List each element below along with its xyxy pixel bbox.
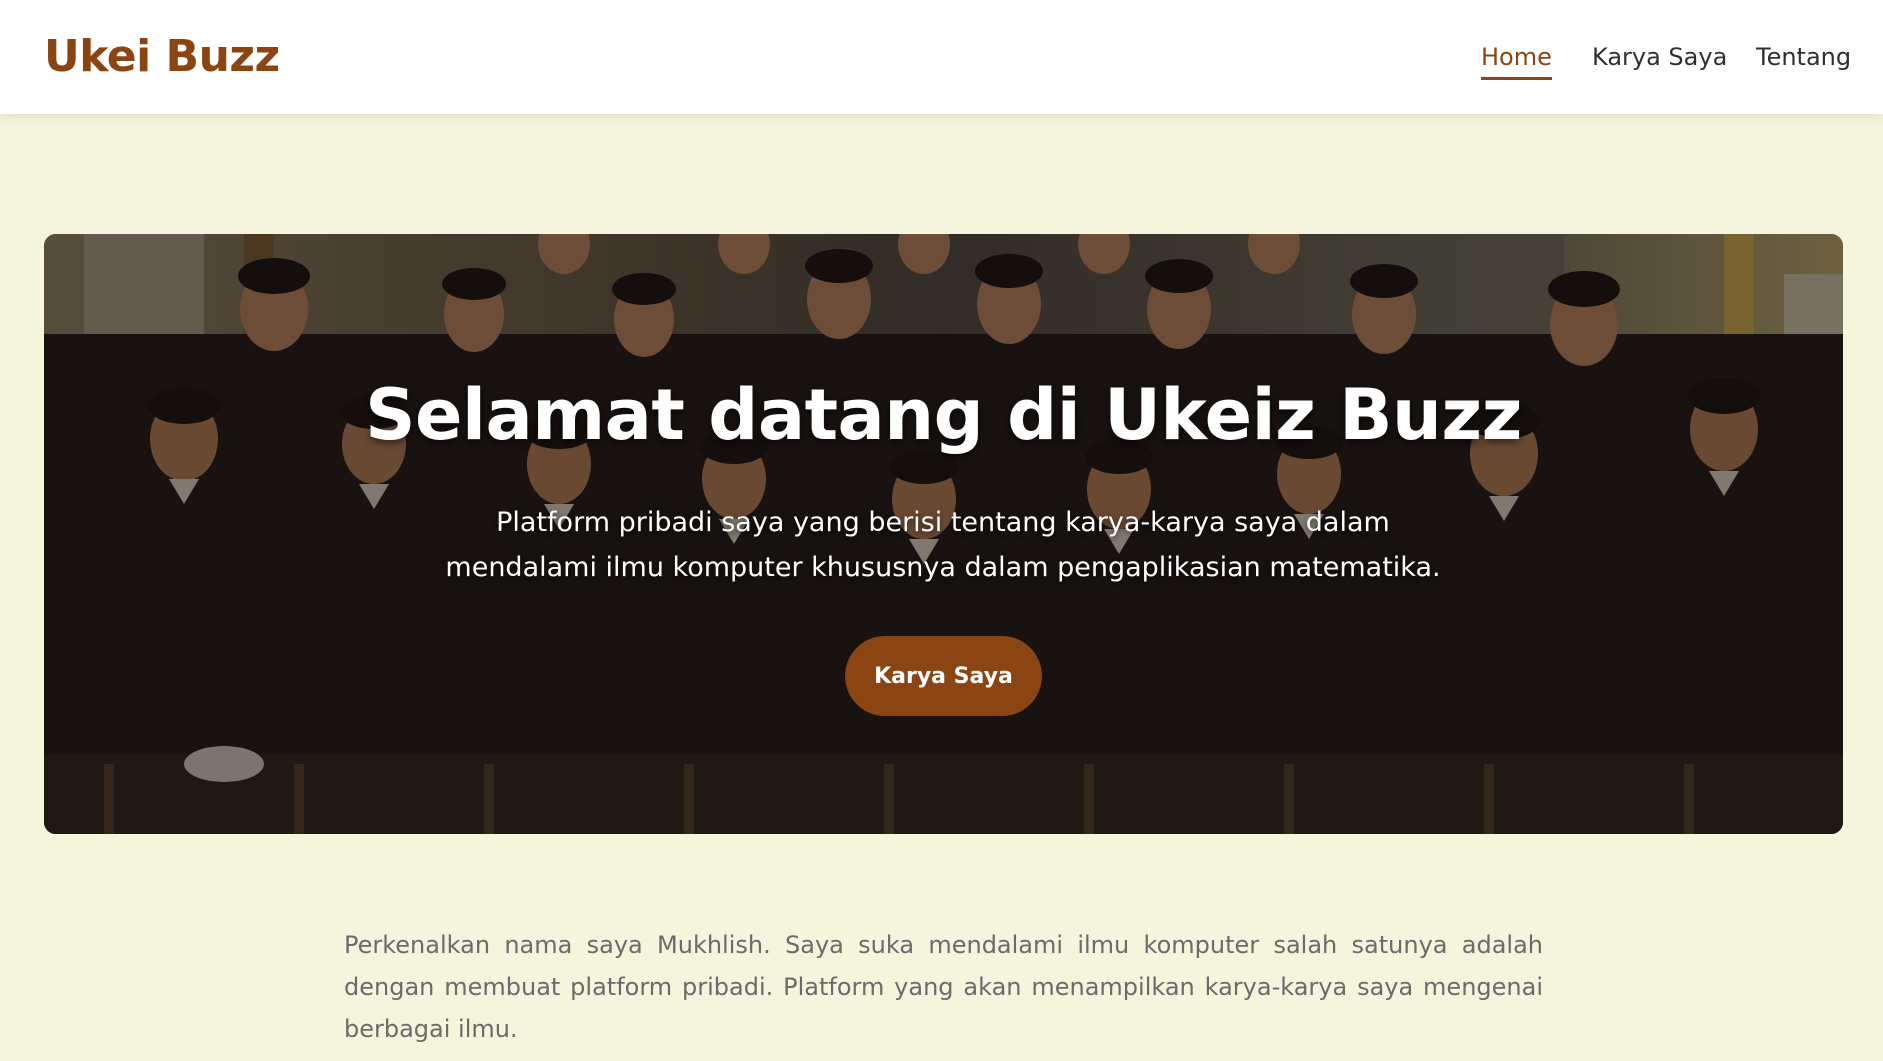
navbar: Ukei Buzz Home Karya Saya Tentang xyxy=(0,0,1883,114)
hero-subtitle: Platform pribadi saya yang berisi tentan… xyxy=(445,507,1441,583)
nav-item-tentang[interactable]: Tentang xyxy=(1756,43,1851,71)
hero-banner: Selamat datang di Ukeiz Buzz Platform pr… xyxy=(44,234,1843,834)
nav-item-home[interactable]: Home xyxy=(1481,43,1552,80)
karya-saya-button[interactable]: Karya Saya xyxy=(845,636,1042,716)
nav-item-karya-saya[interactable]: Karya Saya xyxy=(1592,43,1727,71)
brand-logo[interactable]: Ukei Buzz xyxy=(44,31,280,82)
intro-paragraph: Perkenalkan nama saya Mukhlish. Saya suk… xyxy=(344,931,1543,1043)
hero-title: Selamat datang di Ukeiz Buzz xyxy=(365,374,1522,456)
